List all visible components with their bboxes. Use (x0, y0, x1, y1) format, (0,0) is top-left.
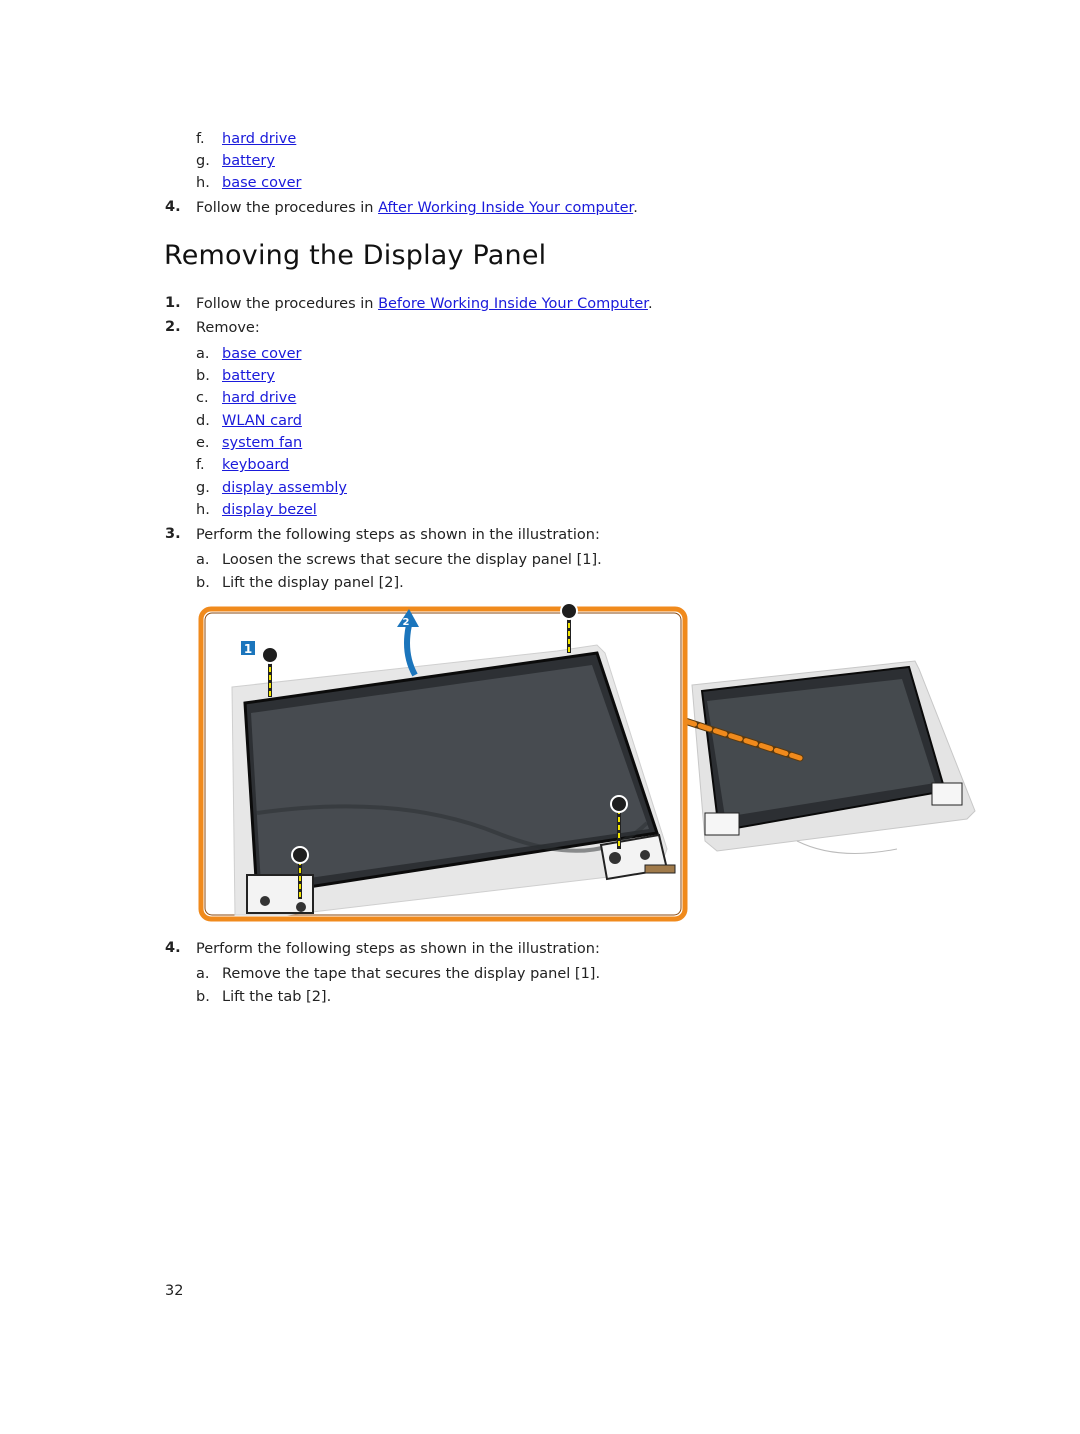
item-label: e. (196, 435, 210, 451)
list-item: e. system fan (196, 433, 302, 453)
item-label: h. (196, 175, 210, 191)
link-display-bezel[interactable]: display bezel (222, 502, 317, 518)
link-battery[interactable]: battery (222, 153, 275, 169)
link-after-working-inside[interactable]: After Working Inside Your computer (378, 200, 633, 216)
link-base-cover[interactable]: base cover (222, 346, 301, 362)
step-number: 2. (165, 319, 181, 335)
list-item: h. base cover (196, 173, 301, 193)
callout-1-label: 1 (244, 642, 252, 656)
step-text: Remove: (196, 320, 260, 336)
link-system-fan[interactable]: system fan (222, 435, 302, 451)
substep: b. Lift the tab [2]. (196, 987, 331, 1007)
link-keyboard[interactable]: keyboard (222, 457, 289, 473)
item-label: g. (196, 153, 210, 169)
link-before-working-inside[interactable]: Before Working Inside Your Computer (378, 296, 648, 312)
substep-label: b. (196, 989, 210, 1005)
substep-label: a. (196, 966, 210, 982)
substep-text: Remove the tape that secures the display… (222, 966, 601, 982)
step-text: Perform the following steps as shown in … (196, 941, 600, 957)
list-item: h. display bezel (196, 500, 317, 520)
step-text: Perform the following steps as shown in … (196, 527, 600, 543)
step-number: 3. (165, 526, 181, 542)
list-item: d. WLAN card (196, 411, 302, 431)
link-hard-drive[interactable]: hard drive (222, 131, 296, 147)
list-item: b. battery (196, 366, 275, 386)
substep-text: Loosen the screws that secure the displa… (222, 552, 602, 568)
link-base-cover[interactable]: base cover (222, 175, 301, 191)
illustration-svg: 1 2 (198, 602, 976, 922)
item-label: f. (196, 457, 205, 473)
page-number: 32 (165, 1283, 184, 1299)
item-label: c. (196, 390, 209, 406)
substep: b. Lift the display panel [2]. (196, 573, 404, 593)
step-number: 1. (165, 295, 181, 311)
item-label: b. (196, 368, 210, 384)
step-text-suffix: . (647, 296, 653, 312)
step-text: Follow the procedures in After Working I… (196, 198, 638, 218)
substep-text: Lift the tab [2]. (222, 989, 332, 1005)
step-text-suffix: . (633, 200, 638, 216)
list-item: g. battery (196, 151, 275, 171)
list-item: f. hard drive (196, 129, 296, 149)
list-item: a. base cover (196, 344, 301, 364)
link-display-assembly[interactable]: display assembly (222, 480, 347, 496)
detail-display-image (691, 660, 976, 854)
callout-2-label: 2 (403, 617, 410, 628)
link-battery[interactable]: battery (222, 368, 275, 384)
step-number: 4. (165, 940, 181, 956)
list-item: c. hard drive (196, 388, 296, 408)
link-hard-drive[interactable]: hard drive (222, 390, 296, 406)
list-item: f. keyboard (196, 455, 289, 475)
substep: a. Loosen the screws that secure the disp… (196, 550, 602, 570)
substep: a. Remove the tape that secures the displ… (196, 964, 600, 984)
substep-label: b. (196, 575, 210, 591)
section-title: Removing the Display Panel (164, 240, 547, 271)
item-label: h. (196, 502, 210, 518)
step-number: 4. (165, 199, 181, 215)
item-label: a. (196, 346, 210, 362)
step-text: Follow the procedures in Before Working … (196, 294, 653, 314)
substep-label: a. (196, 552, 210, 568)
item-label: f. (196, 131, 205, 147)
substep-text: Lift the display panel [2]. (222, 575, 404, 591)
display-panel-illustration: 1 2 (197, 602, 987, 923)
step-text-prefix: Follow the procedures in (196, 296, 379, 312)
item-label: d. (196, 413, 210, 429)
link-wlan-card[interactable]: WLAN card (222, 413, 302, 429)
step-text-prefix: Follow the procedures in (196, 200, 379, 216)
list-item: g. display assembly (196, 478, 347, 498)
item-label: g. (196, 480, 210, 496)
